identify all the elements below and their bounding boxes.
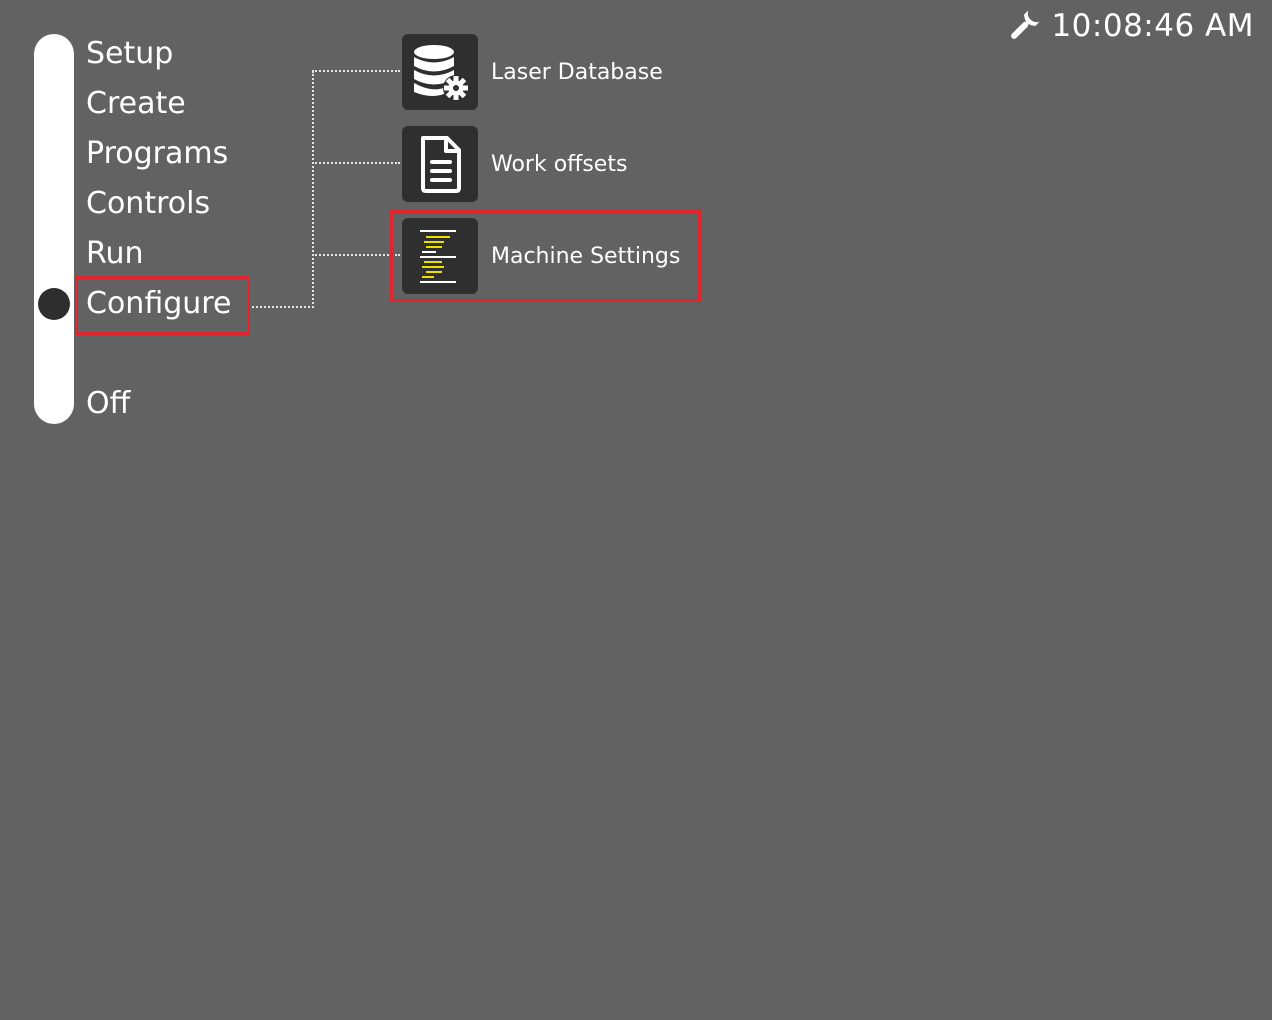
mode-slider-track[interactable] [34, 34, 74, 424]
mode-item-programs[interactable]: Programs [86, 133, 228, 175]
mode-item-controls[interactable]: Controls [86, 183, 210, 225]
database-gear-icon [402, 34, 478, 110]
configure-highlight [75, 276, 250, 335]
submenu-label: Laser Database [491, 59, 663, 85]
connector-work-offsets [312, 162, 400, 164]
mode-item-create[interactable]: Create [86, 83, 186, 125]
mode-slider-knob[interactable] [38, 288, 70, 320]
mode-item-run[interactable]: Run [86, 233, 144, 275]
connector-laser-database [312, 70, 400, 72]
document-icon [402, 126, 478, 202]
submenu-label: Work offsets [491, 151, 628, 177]
connector-trunk [312, 71, 314, 308]
machine-settings-highlight [390, 210, 701, 302]
submenu-laser-database[interactable]: Laser Database [402, 34, 663, 110]
connector-machine-settings [312, 254, 400, 256]
mode-item-setup[interactable]: Setup [86, 33, 173, 75]
connector-configure [252, 306, 314, 308]
submenu-work-offsets[interactable]: Work offsets [402, 126, 627, 202]
clock-time: 10:08:46 AM [1051, 8, 1254, 44]
status-clock: 10:08:46 AM [1007, 6, 1254, 46]
wrench-icon[interactable] [1007, 9, 1041, 43]
mode-item-off[interactable]: Off [86, 383, 130, 425]
configure-screen: 10:08:46 AM Setup Create Programs Contro… [0, 0, 1272, 1020]
